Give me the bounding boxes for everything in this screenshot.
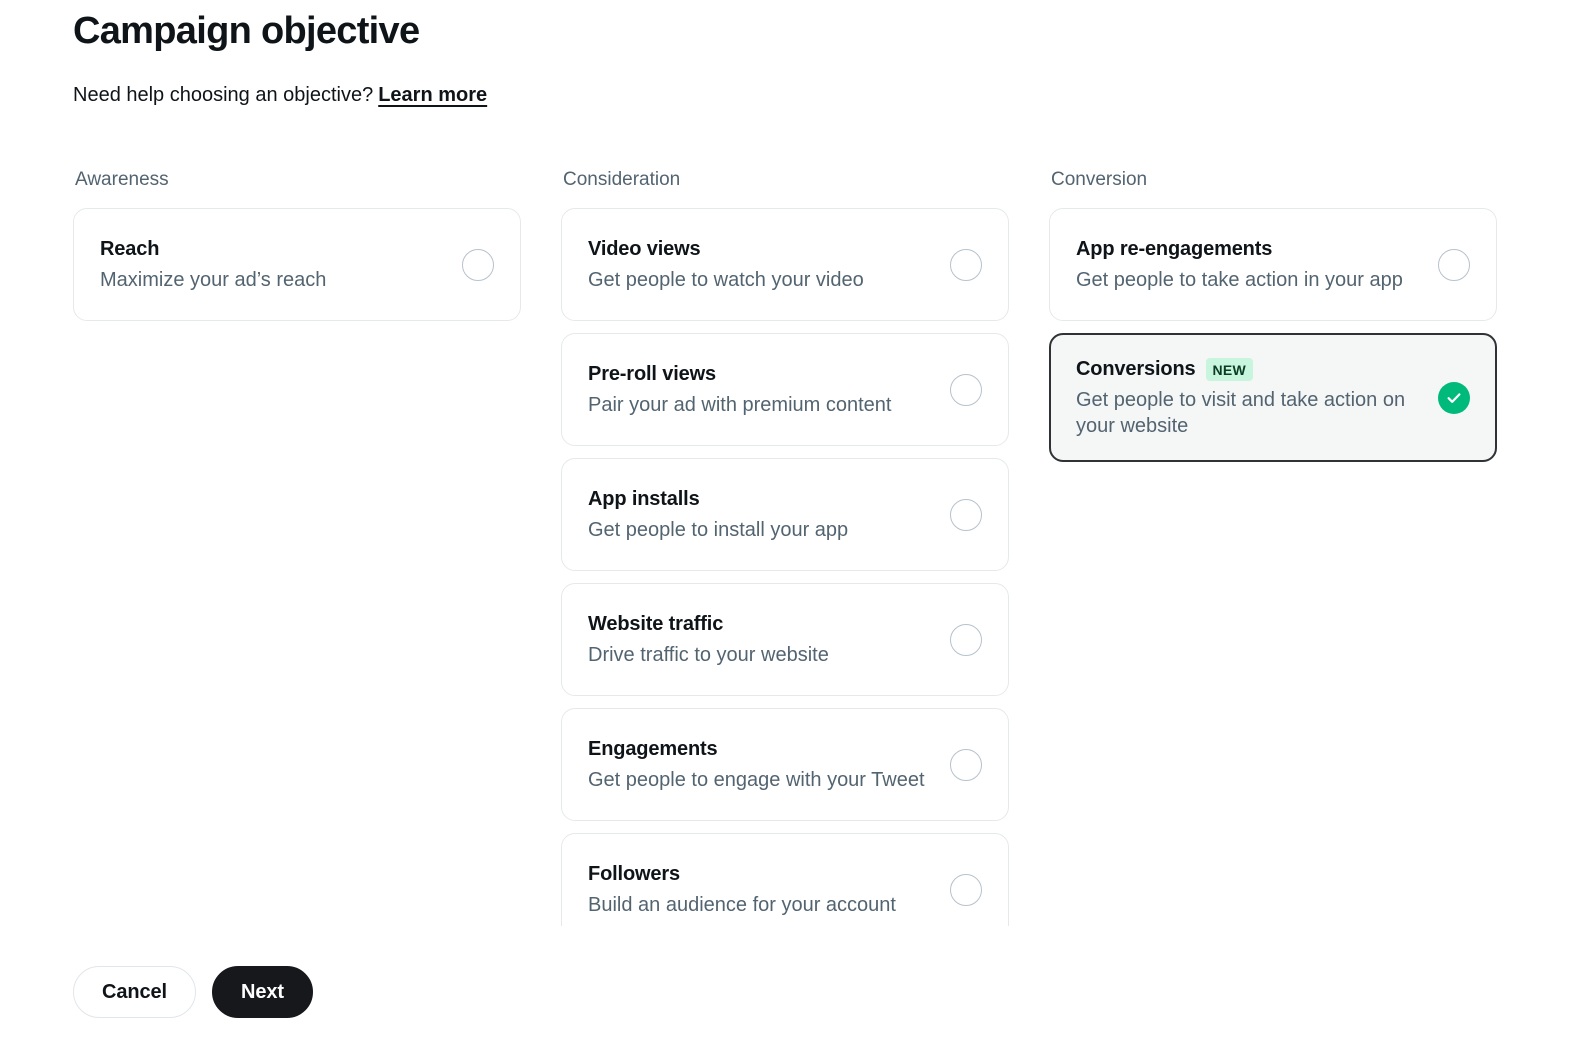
radio-button-icon[interactable] xyxy=(462,248,494,281)
objective-card-title-row: Conversions NEW xyxy=(1076,356,1418,382)
objective-card-title-row: App installs xyxy=(588,486,930,512)
radio-button-icon[interactable] xyxy=(950,373,982,406)
objective-card-title: Conversions xyxy=(1076,358,1196,380)
objective-card-title: Video views xyxy=(588,238,701,260)
next-button[interactable]: Next xyxy=(212,966,313,1018)
objective-column: Awareness Reach Maximize your ad’s reach xyxy=(73,168,521,930)
objective-column: Conversion App re-engagements Get people t… xyxy=(1049,168,1497,930)
objective-card-description: Maximize your ad’s reach xyxy=(100,269,327,291)
objective-card-body: Engagements Get people to engage with you… xyxy=(588,736,950,793)
objective-column: Consideration Video views Get people to wa… xyxy=(561,168,1009,930)
radio-button-icon[interactable] xyxy=(950,748,982,781)
objective-card[interactable]: App installs Get people to install your a… xyxy=(561,458,1009,571)
column-heading: Consideration xyxy=(563,169,681,190)
objective-card[interactable]: Engagements Get people to engage with you… xyxy=(561,708,1009,821)
objective-card-body: App re-engagements Get people to take act… xyxy=(1076,236,1438,293)
objective-card-title-row: Website traffic xyxy=(588,611,930,637)
objective-card-title: App installs xyxy=(588,488,700,510)
objective-card-description: Get people to visit and take action on y… xyxy=(1076,389,1406,437)
objective-card[interactable]: Website traffic Drive traffic to your web… xyxy=(561,583,1009,696)
objective-card-body: App installs Get people to install your a… xyxy=(588,486,950,543)
objective-card[interactable]: Followers Build an audience for your acco… xyxy=(561,833,1009,926)
objective-card-body: Video views Get people to watch your vide… xyxy=(588,236,950,293)
page-header: Campaign objective Need help choosing an… xyxy=(73,8,1473,108)
objective-card-title: Reach xyxy=(100,238,160,260)
new-badge: NEW xyxy=(1205,357,1254,381)
objective-card-description: Get people to engage with your Tweet xyxy=(588,769,925,791)
objective-card-title-row: Followers xyxy=(588,861,930,887)
objective-card-title: Pre-roll views xyxy=(588,363,716,385)
objective-card-title: Engagements xyxy=(588,738,718,760)
radio-button-icon[interactable] xyxy=(1438,248,1470,281)
objective-card-body: Pre-roll views Pair your ad with premium … xyxy=(588,361,950,418)
objective-card-title-row: Pre-roll views xyxy=(588,361,930,387)
objective-card[interactable]: Video views Get people to watch your vide… xyxy=(561,208,1009,321)
column-heading: Awareness xyxy=(75,169,169,190)
objective-card-title: Followers xyxy=(588,863,680,885)
objective-columns: Awareness Reach Maximize your ad’s reach Co… xyxy=(73,168,1499,930)
objective-card-list: App re-engagements Get people to take act… xyxy=(1049,208,1497,462)
objective-card-body: Conversions NEW Get people to visit and ta… xyxy=(1076,356,1438,439)
objective-card[interactable]: Reach Maximize your ad’s reach xyxy=(73,208,521,321)
objective-card[interactable]: App re-engagements Get people to take act… xyxy=(1049,208,1497,321)
objective-card-title: Website traffic xyxy=(588,613,724,635)
objective-card-description: Get people to take action in your app xyxy=(1076,269,1403,291)
objective-card-body: Followers Build an audience for your acco… xyxy=(588,861,950,918)
objective-card-description: Get people to install your app xyxy=(588,519,849,541)
column-heading: Conversion xyxy=(1051,169,1148,190)
cancel-button[interactable]: Cancel xyxy=(73,966,196,1018)
radio-button-icon[interactable] xyxy=(950,623,982,656)
radio-button-icon[interactable] xyxy=(950,498,982,531)
footer-actions: Cancel Next xyxy=(73,966,313,1018)
learn-more-link[interactable]: Learn more xyxy=(378,84,487,106)
objective-card[interactable]: Pre-roll views Pair your ad with premium … xyxy=(561,333,1009,446)
objective-card[interactable]: Conversions NEW Get people to visit and ta… xyxy=(1049,333,1497,462)
radio-button-icon[interactable] xyxy=(950,248,982,281)
help-line: Need help choosing an objective? Learn mo… xyxy=(73,82,1473,108)
objective-card-description: Build an audience for your account xyxy=(588,894,896,916)
objective-card-title: App re-engagements xyxy=(1076,238,1273,260)
objective-card-list: Video views Get people to watch your vide… xyxy=(561,208,1009,926)
objective-card-description: Get people to watch your video xyxy=(588,269,864,291)
radio-button-icon[interactable] xyxy=(950,873,982,906)
objective-card-title-row: App re-engagements xyxy=(1076,236,1418,262)
check-circle-icon[interactable] xyxy=(1438,381,1470,414)
page-title: Campaign objective xyxy=(73,10,420,52)
help-text: Need help choosing an objective? xyxy=(73,84,374,106)
objective-card-list: Reach Maximize your ad’s reach xyxy=(73,208,521,321)
objective-card-title-row: Engagements xyxy=(588,736,930,762)
objective-card-description: Drive traffic to your website xyxy=(588,644,829,666)
objective-card-description: Pair your ad with premium content xyxy=(588,394,892,416)
objective-card-title-row: Video views xyxy=(588,236,930,262)
objective-card-body: Reach Maximize your ad’s reach xyxy=(100,236,462,293)
objective-card-title-row: Reach xyxy=(100,236,442,262)
objective-card-body: Website traffic Drive traffic to your web… xyxy=(588,611,950,668)
